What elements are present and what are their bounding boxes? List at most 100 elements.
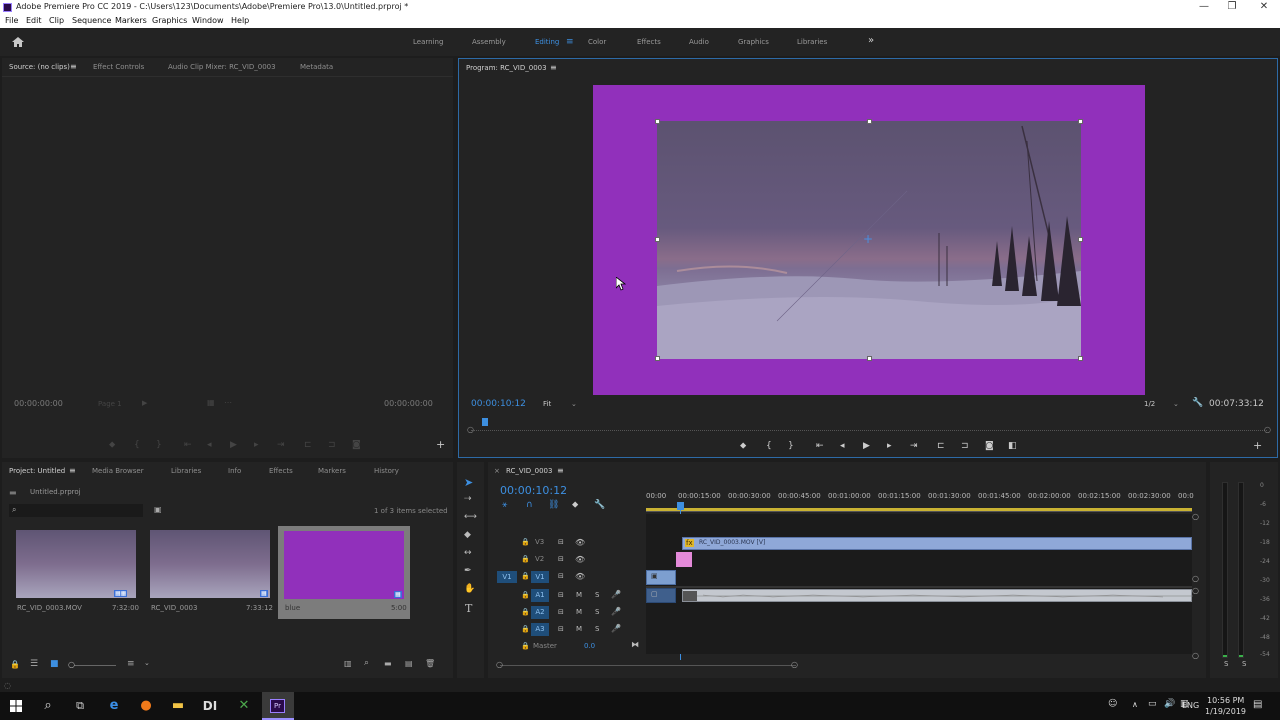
chevron-down-icon[interactable]: ⌄ <box>144 659 150 667</box>
transform-handle[interactable] <box>867 119 872 124</box>
menu-edit[interactable]: Edit <box>26 16 42 25</box>
workspace-audio[interactable]: Audio <box>689 38 709 46</box>
solo-right-button[interactable]: S <box>1242 660 1246 668</box>
mark-in-icon[interactable]: { <box>134 441 140 450</box>
tab-source[interactable]: Source: (no clips) <box>9 63 70 71</box>
eye-icon[interactable]: 👁 <box>575 572 585 581</box>
lock-icon[interactable]: 🔒 <box>521 642 530 650</box>
settings-icon[interactable]: ⋯ <box>224 398 232 407</box>
ripple-edit-tool-icon[interactable]: ⟷ <box>464 512 477 522</box>
zoom-slider[interactable] <box>74 665 116 666</box>
language-indicator[interactable]: ENG <box>1182 701 1199 710</box>
menu-graphics[interactable]: Graphics <box>152 16 187 25</box>
slip-tool-icon[interactable]: ↔ <box>464 548 472 558</box>
a1-clip-short[interactable]: ▢ <box>646 588 676 603</box>
add-button-icon[interactable]: + <box>436 439 445 450</box>
step-back-icon[interactable]: ◂ <box>207 441 212 450</box>
wrench-icon[interactable]: 🔧 <box>1192 398 1203 408</box>
marker-icon[interactable]: ⬥ <box>109 441 115 450</box>
selection-tool-icon[interactable]: ➤ <box>464 476 473 489</box>
workspace-editing[interactable]: Editing <box>535 38 559 46</box>
track-label-a3[interactable]: A3 <box>531 623 549 636</box>
lock-icon[interactable]: 🔒 <box>521 591 530 599</box>
chevron-down-icon[interactable]: ⌄ <box>1173 400 1179 408</box>
solo-button[interactable]: S <box>595 608 599 616</box>
automate-to-sequence-icon[interactable]: ▥ <box>344 659 352 668</box>
resolution-dropdown[interactable]: 1/2 <box>1144 400 1155 408</box>
close-tab-icon[interactable]: × <box>494 467 500 475</box>
fit-dropdown[interactable]: Fit <box>543 400 551 408</box>
go-to-out-icon[interactable]: ⇥ <box>910 442 918 451</box>
master-volume-value[interactable]: 0.0 <box>584 642 595 650</box>
step-forward-icon[interactable]: ▸ <box>254 441 259 450</box>
transform-handle[interactable] <box>867 356 872 361</box>
sync-lock-icon[interactable]: ⊟ <box>558 591 564 599</box>
insert-icon[interactable]: ⊏ <box>304 441 312 450</box>
home-icon[interactable] <box>11 36 25 48</box>
task-view-icon[interactable]: ⧉ <box>64 692 96 720</box>
firefox-icon[interactable]: ● <box>130 692 162 720</box>
linked-selection-icon[interactable]: ⛓ <box>548 500 559 510</box>
timeline-playhead-handle[interactable] <box>677 502 684 510</box>
scroll-start-handle[interactable]: ○ <box>496 660 503 669</box>
scrub-start-handle[interactable]: ○ <box>467 425 474 434</box>
mute-button[interactable]: M <box>576 625 582 633</box>
type-tool-icon[interactable]: T <box>465 602 472 615</box>
overwrite-icon[interactable]: ⊐ <box>328 441 336 450</box>
play-icon[interactable]: ▶ <box>863 442 870 451</box>
tab-effects[interactable]: Effects <box>269 467 293 475</box>
anchor-crosshair-icon[interactable]: + <box>863 233 873 245</box>
add-marker-icon[interactable]: ⬥ <box>740 442 746 451</box>
clock-time[interactable]: 10:56 PM <box>1207 696 1244 705</box>
track-label-v2[interactable]: V2 <box>535 555 544 563</box>
sync-lock-icon[interactable]: ⊟ <box>558 608 564 616</box>
project-item-selected[interactable]: ▦ blue 5:00 <box>278 526 410 619</box>
workspace-effects[interactable]: Effects <box>637 38 661 46</box>
mark-out-icon[interactable]: } <box>156 441 162 450</box>
source-page[interactable]: Page 1 <box>98 400 122 408</box>
project-item[interactable]: ▦ RC_VID_0003 7:33:12 <box>148 528 274 618</box>
tab-info[interactable]: Info <box>228 467 241 475</box>
tab-metadata[interactable]: Metadata <box>300 63 333 71</box>
scroll-end-handle[interactable]: ○ <box>791 660 798 669</box>
list-view-icon[interactable]: ☰ <box>30 659 38 669</box>
step-forward-icon[interactable]: ▸ <box>887 442 892 451</box>
tab-history[interactable]: History <box>374 467 399 475</box>
davinci-icon[interactable]: DI <box>194 692 226 720</box>
sync-lock-icon[interactable]: ⊟ <box>558 538 564 546</box>
solo-button[interactable]: S <box>595 625 599 633</box>
lock-icon[interactable]: 🔒 <box>521 608 530 616</box>
transform-handle[interactable] <box>1078 356 1083 361</box>
volume-icon[interactable]: 🔊 <box>1164 699 1175 709</box>
microphone-icon[interactable]: 🎤 <box>611 624 621 633</box>
go-to-out-icon[interactable]: ⇥ <box>277 441 285 450</box>
project-item[interactable]: ▦▦ RC_VID_0003.MOV 7:32:00 <box>14 528 140 618</box>
lock-icon[interactable]: 🔒 <box>521 572 530 580</box>
go-to-in-icon[interactable]: ⇤ <box>184 441 192 450</box>
project-menu-icon[interactable]: ≡ <box>69 466 76 475</box>
menu-file[interactable]: File <box>5 16 18 25</box>
close-button[interactable]: ✕ <box>1256 1 1272 12</box>
timeline-settings-icon[interactable]: 🔧 <box>594 500 605 510</box>
timeline-timecode[interactable]: 00:00:10:12 <box>500 484 567 497</box>
project-search-input[interactable]: ⌕ <box>9 504 143 517</box>
track-label-a1[interactable]: A1 <box>531 589 549 602</box>
add-marker-icon[interactable]: ⬥ <box>572 500 578 510</box>
transform-handle[interactable] <box>655 119 660 124</box>
lift-icon[interactable]: ⊏ <box>937 442 945 451</box>
vertical-scroll-handle[interactable]: ○ <box>1192 651 1199 660</box>
step-back-icon[interactable]: ◂ <box>840 442 845 451</box>
vertical-scroll-handle[interactable]: ○ <box>1192 574 1199 583</box>
lock-icon[interactable]: 🔒 <box>521 555 530 563</box>
hand-tool-icon[interactable]: ✋ <box>464 584 475 594</box>
workspace-learning[interactable]: Learning <box>413 38 443 46</box>
notifications-icon[interactable]: ▤ <box>1253 699 1262 710</box>
more-workspaces-icon[interactable]: » <box>868 35 874 46</box>
mute-button[interactable]: M <box>576 608 582 616</box>
timeline-menu-icon[interactable]: ≡ <box>557 466 564 475</box>
background-task-icon[interactable]: ◌ <box>4 681 11 690</box>
minimize-button[interactable]: — <box>1196 1 1212 12</box>
solo-left-button[interactable]: S <box>1224 660 1228 668</box>
new-search-bin-icon[interactable]: ▣ <box>154 505 162 514</box>
menu-help[interactable]: Help <box>231 16 249 25</box>
